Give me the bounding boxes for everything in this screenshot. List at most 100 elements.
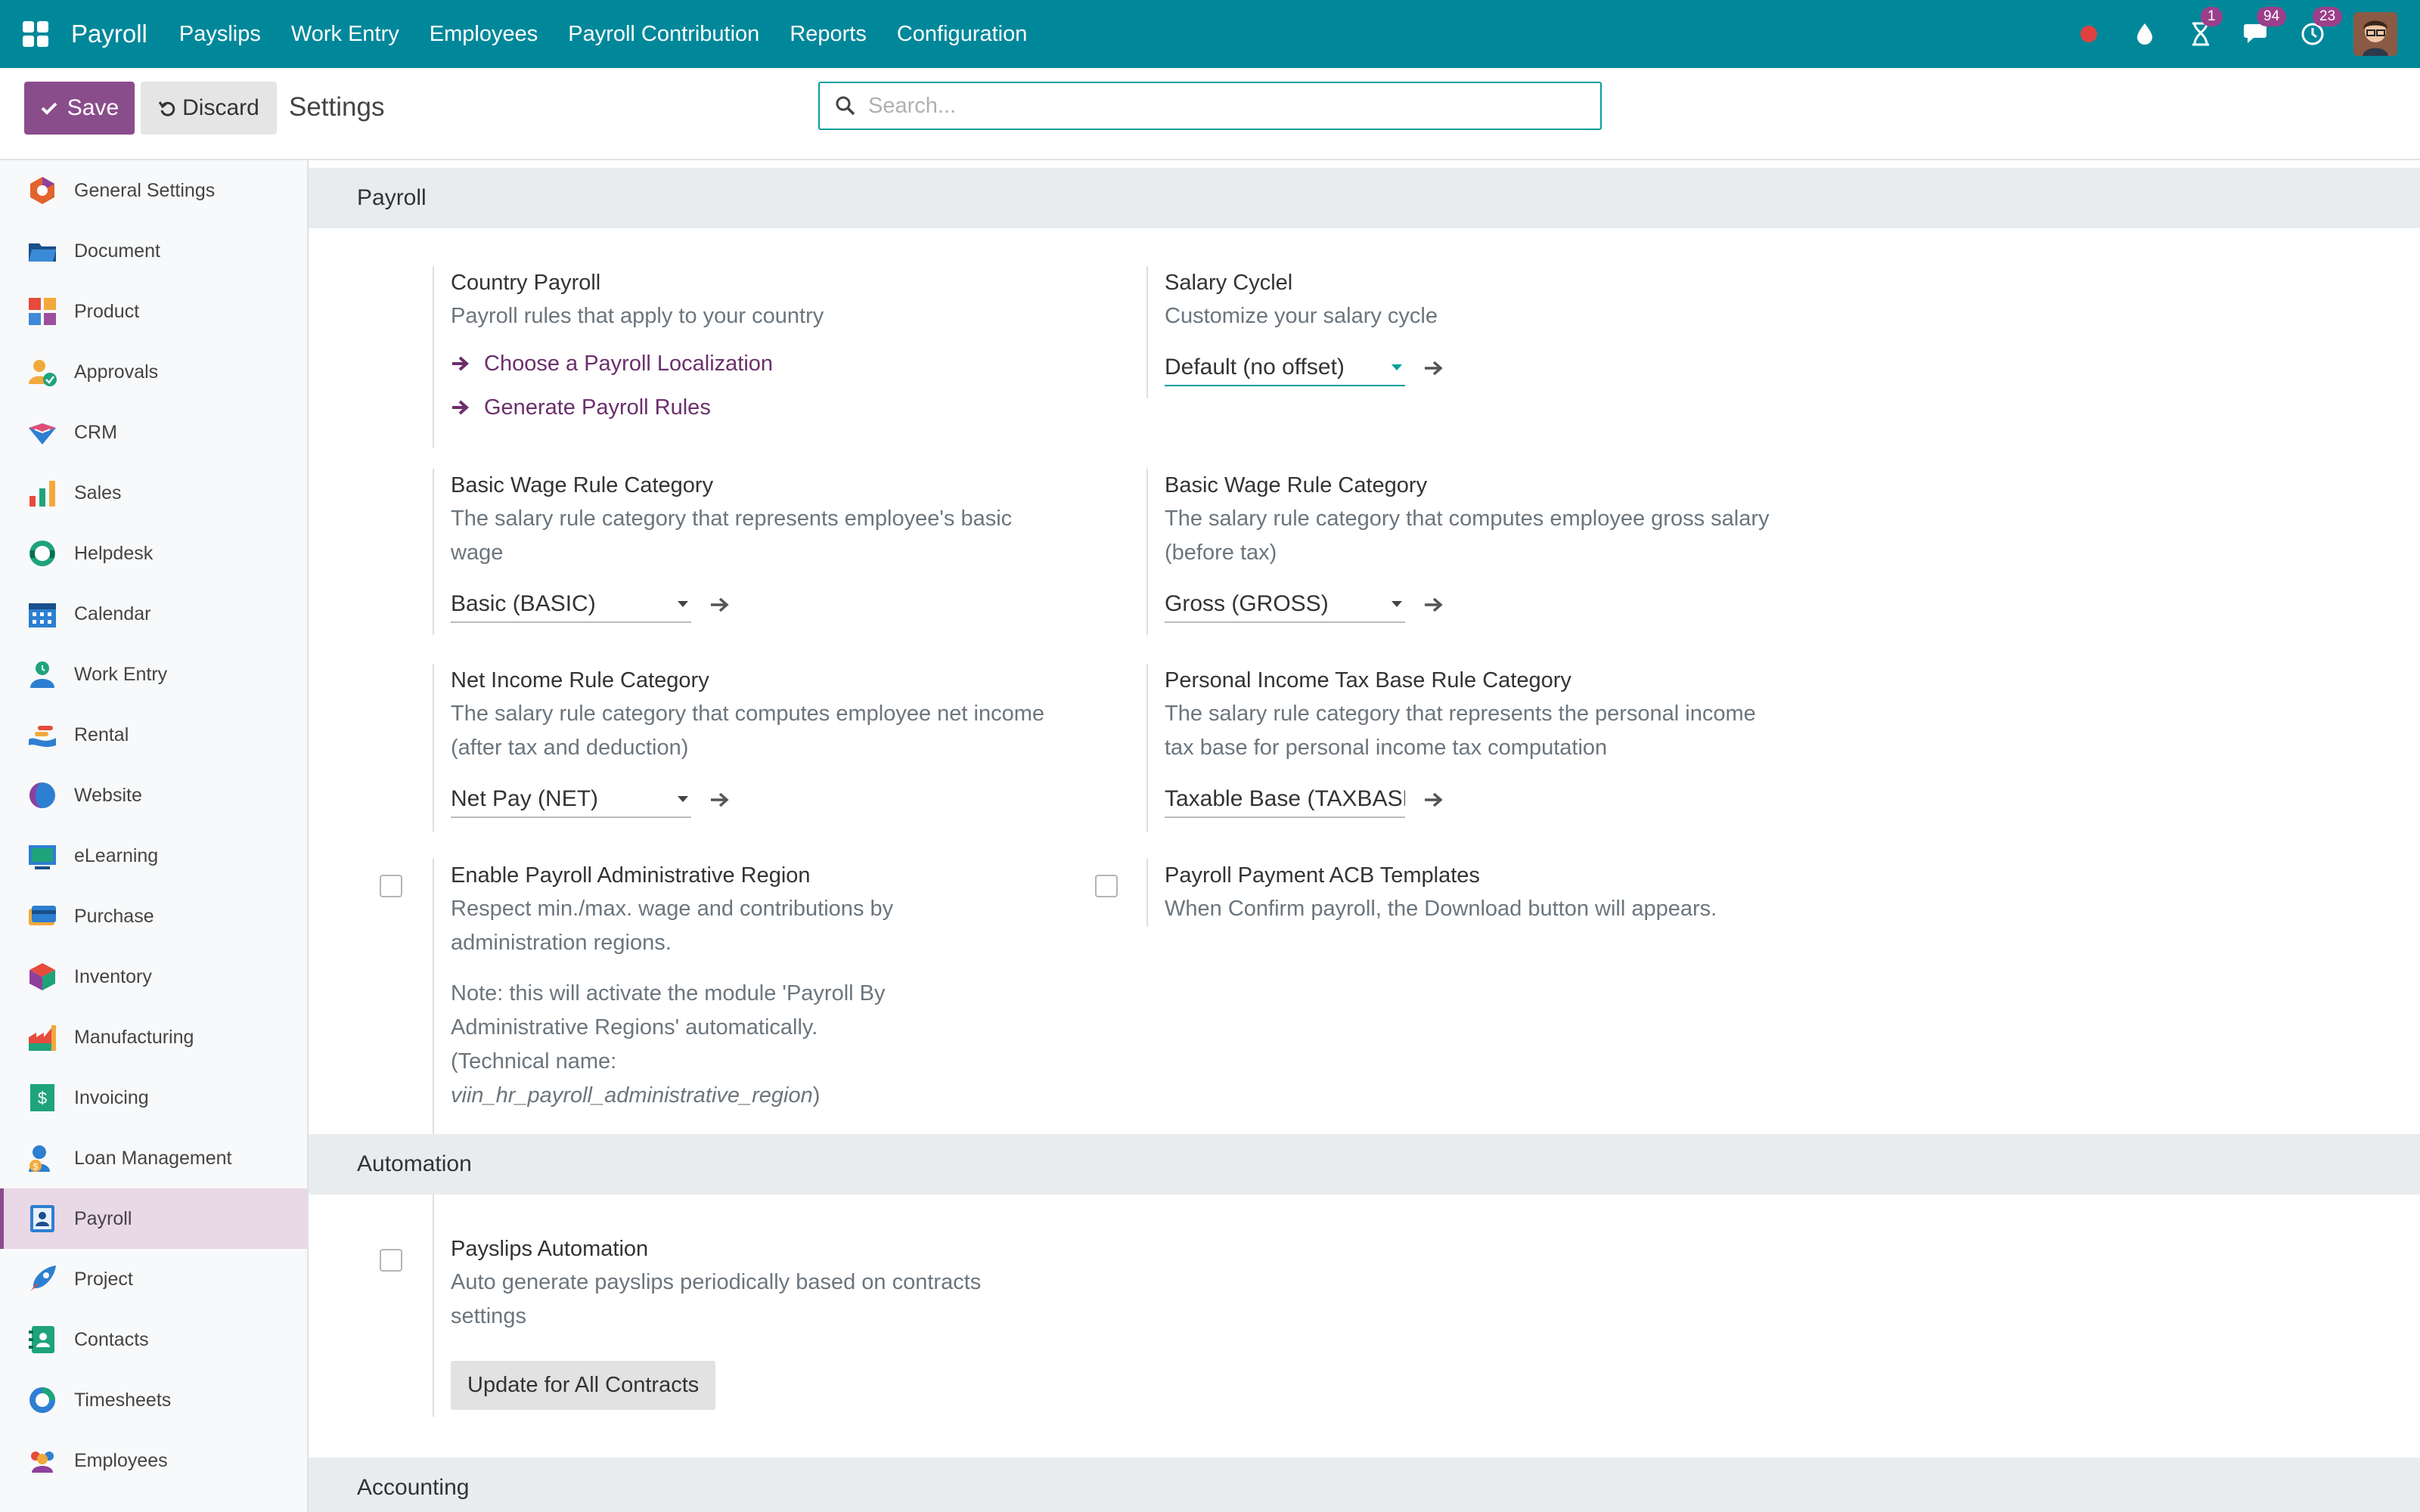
gross-wage-select[interactable]: Gross (GROSS) <box>1165 587 1405 623</box>
sidebar-item-label: Loan Management <box>74 1147 232 1169</box>
employees-icon <box>31 1452 54 1473</box>
select-value: Gross (GROSS) <box>1165 591 1329 616</box>
net-income-select[interactable]: Net Pay (NET) <box>451 782 691 818</box>
menu-employees[interactable]: Employees <box>414 22 553 47</box>
sidebar-item-contacts[interactable]: Contacts <box>0 1309 307 1370</box>
updates-clock-icon[interactable]: 23 <box>2297 7 2343 49</box>
manufacturing-icon <box>29 1025 56 1051</box>
setting-acb-templates: Payroll Payment ACB Templates When Confi… <box>1146 859 1827 927</box>
sidebar-item-timesheets[interactable]: Timesheets <box>0 1370 307 1430</box>
sidebar-item-product[interactable]: Product <box>0 281 307 342</box>
search-icon <box>836 96 855 116</box>
sidebar-item-label: Invoicing <box>74 1086 149 1108</box>
acb-templates-checkbox[interactable] <box>1095 875 1118 897</box>
sidebar-item-manufacturing[interactable]: Manufacturing <box>0 1007 307 1067</box>
sidebar-item-label: eLearning <box>74 844 159 866</box>
sidebar-item-label: Manufacturing <box>74 1026 194 1048</box>
sidebar-item-inventory[interactable]: Inventory <box>0 947 307 1007</box>
project-icon <box>30 1266 56 1291</box>
menu-configuration[interactable]: Configuration <box>882 22 1043 47</box>
setting-description: When Confirm payroll, the Download butto… <box>1165 897 1717 921</box>
sidebar-item-general-settings[interactable]: General Settings <box>0 160 307 221</box>
open-record-arrow-icon[interactable] <box>709 791 731 809</box>
apps-menu-icon[interactable] <box>23 21 48 47</box>
generate-payroll-rules-link[interactable]: Generate Payroll Rules <box>451 391 1113 424</box>
setting-salary-cycle: Salary Cyclel Customize your salary cycl… <box>1146 266 1827 398</box>
select-value: Taxable Base (TAXBASE) <box>1165 786 1405 811</box>
sidebar-item-elearning[interactable]: eLearning <box>0 826 307 886</box>
sidebar-item-label: Contacts <box>74 1328 149 1350</box>
menu-work-entry[interactable]: Work Entry <box>276 22 414 47</box>
sidebar-item-label: Helpdesk <box>74 542 154 564</box>
svg-text:$: $ <box>38 1089 47 1108</box>
search-bar[interactable] <box>818 82 1602 130</box>
status-dot-icon[interactable] <box>2074 19 2104 49</box>
sidebar-item-rental[interactable]: Rental <box>0 705 307 765</box>
discard-button[interactable]: Discard <box>141 82 277 135</box>
open-record-arrow-icon[interactable] <box>709 596 731 614</box>
open-record-arrow-icon[interactable] <box>1423 791 1444 809</box>
sidebar-item-label: Employees <box>74 1449 168 1471</box>
sidebar-item-crm[interactable]: CRM <box>0 402 307 463</box>
sales-icon <box>29 481 55 507</box>
payroll-icon <box>30 1205 54 1232</box>
activities-badge: 1 <box>2201 7 2223 26</box>
sidebar-item-helpdesk[interactable]: Helpdesk <box>0 523 307 584</box>
sidebar-item-work-entry[interactable]: Work Entry <box>0 644 307 705</box>
select-value: Net Pay (NET) <box>451 786 599 811</box>
sidebar-item-sales[interactable]: Sales <box>0 463 307 523</box>
setting-title: Enable Payroll Administrative Region <box>451 863 811 888</box>
open-record-arrow-icon[interactable] <box>1423 359 1444 377</box>
basic-wage-select[interactable]: Basic (BASIC) <box>451 587 691 623</box>
sidebar-item-document[interactable]: Document <box>0 221 307 281</box>
save-button[interactable]: Save <box>24 82 135 135</box>
payslips-automation-checkbox[interactable] <box>380 1249 402 1272</box>
approvals-icon <box>29 360 57 386</box>
setting-description: The salary rule category that represents… <box>1165 702 1756 760</box>
update-all-contracts-button[interactable]: Update for All Contracts <box>451 1361 716 1410</box>
sidebar-item-label: Purchase <box>74 905 154 927</box>
setting-payslips-automation: Payslips Automation Auto generate paysli… <box>433 1232 1113 1417</box>
save-button-label: Save <box>67 95 119 120</box>
helpdesk-icon <box>29 541 55 566</box>
caret-down-icon <box>678 796 688 802</box>
undo-icon <box>158 101 175 116</box>
sidebar-item-label: General Settings <box>74 179 216 201</box>
updates-badge: 23 <box>2313 7 2343 26</box>
menu-payroll-contribution[interactable]: Payroll Contribution <box>553 22 774 47</box>
user-avatar[interactable] <box>2353 12 2397 56</box>
setting-gross-wage: Basic Wage Rule Category The salary rule… <box>1146 469 1827 635</box>
sidebar-item-invoicing[interactable]: $ Invoicing <box>0 1067 307 1128</box>
sidebar-item-approvals[interactable]: Approvals <box>0 342 307 402</box>
setting-title: Net Income Rule Category <box>451 668 709 692</box>
app-brand[interactable]: Payroll <box>71 20 147 48</box>
admin-region-checkbox[interactable] <box>380 875 402 897</box>
product-icon <box>29 298 56 325</box>
sidebar-item-purchase[interactable]: Purchase <box>0 886 307 947</box>
setting-pit-base: Personal Income Tax Base Rule Category T… <box>1146 664 1827 832</box>
sidebar-item-label: Timesheets <box>74 1389 172 1411</box>
setting-title: Country Payroll <box>451 271 601 295</box>
setting-title: Salary Cyclel <box>1165 271 1293 295</box>
open-record-arrow-icon[interactable] <box>1423 596 1444 614</box>
sidebar-item-loan-management[interactable]: $ Loan Management <box>0 1128 307 1188</box>
choose-localization-link[interactable]: Choose a Payroll Localization <box>451 347 1113 380</box>
sidebar-item-label: Work Entry <box>74 663 168 685</box>
search-input[interactable] <box>868 93 1549 119</box>
sidebar-item-project[interactable]: Project <box>0 1249 307 1309</box>
sidebar-item-payroll[interactable]: Payroll <box>0 1188 307 1249</box>
pit-base-select[interactable]: Taxable Base (TAXBASE) <box>1165 782 1405 818</box>
sidebar-item-employees[interactable]: Employees <box>0 1430 307 1491</box>
activities-hourglass-icon[interactable]: 1 <box>2186 7 2223 49</box>
note-text: Note: this will activate the module 'Pay… <box>451 981 886 1040</box>
setting-note: Note: this will activate the module 'Pay… <box>451 977 980 1113</box>
setting-description: Auto generate payslips periodically base… <box>451 1270 982 1328</box>
drop-icon[interactable] <box>2130 19 2160 49</box>
menu-payslips[interactable]: Payslips <box>164 22 276 47</box>
sidebar-item-calendar[interactable]: Calendar <box>0 584 307 644</box>
salary-cycle-select[interactable]: Default (no offset) <box>1165 350 1405 386</box>
menu-reports[interactable]: Reports <box>774 22 882 47</box>
messages-icon[interactable]: 94 <box>2242 7 2287 49</box>
sidebar-item-label: Website <box>74 784 142 806</box>
sidebar-item-website[interactable]: Website <box>0 765 307 826</box>
